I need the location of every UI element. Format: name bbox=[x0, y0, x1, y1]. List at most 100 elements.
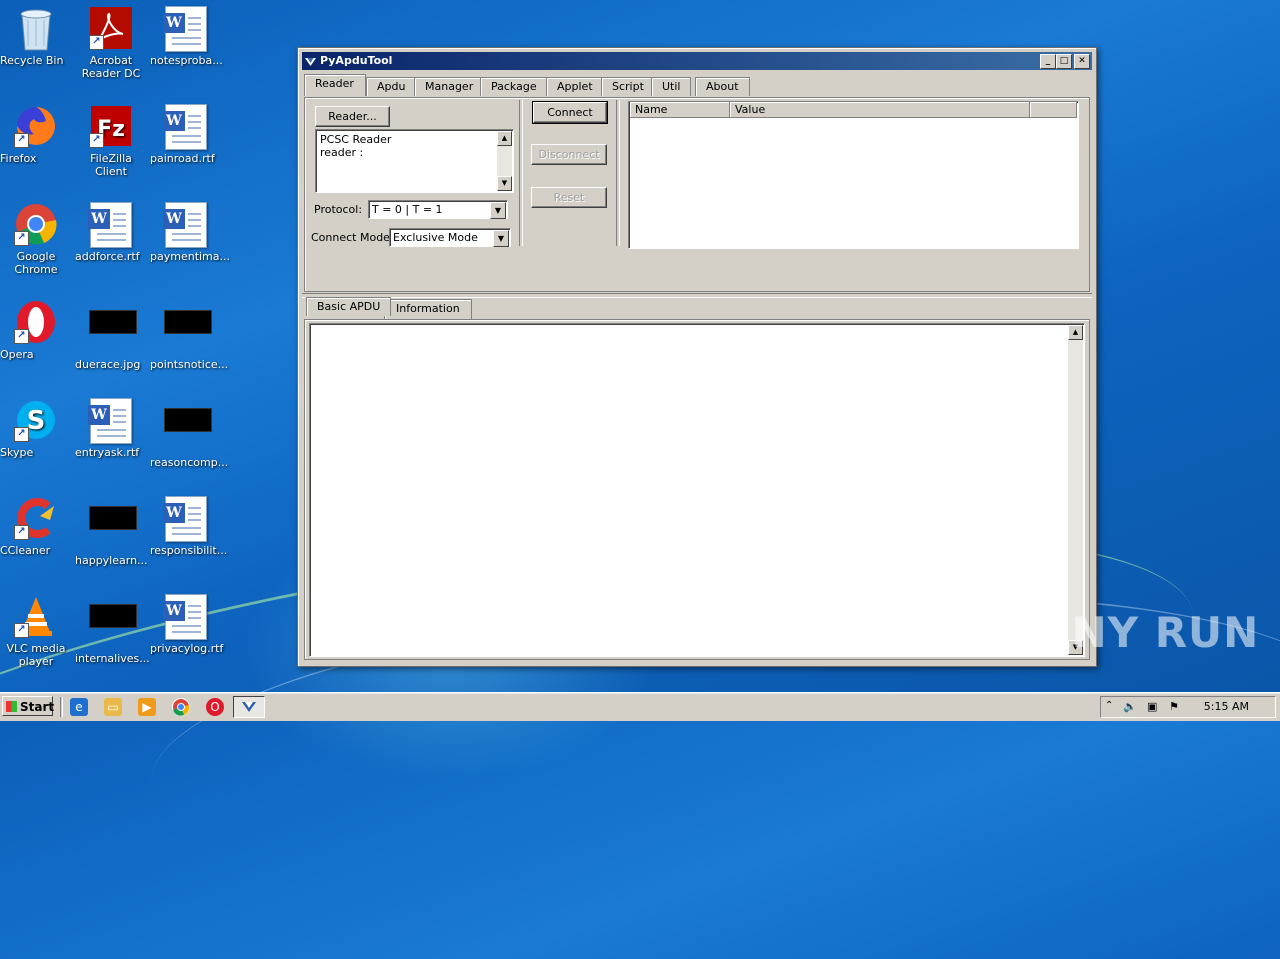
tab-script[interactable]: Script bbox=[601, 77, 655, 96]
tab-util[interactable]: Util bbox=[651, 77, 692, 96]
chrome-icon[interactable] bbox=[172, 698, 190, 716]
desktop-icon-firefox[interactable]: ↗ Firefox bbox=[0, 104, 72, 165]
protocol-value: T = 0 | T = 1 bbox=[372, 203, 443, 216]
bottom-tab-strip: Basic APDU Information bbox=[306, 297, 1086, 320]
desktop-icon-chrome[interactable]: ↗ Google Chrome bbox=[0, 202, 72, 276]
divider bbox=[616, 100, 620, 246]
column-header-empty bbox=[1030, 102, 1077, 118]
media-player-icon[interactable]: ▶ bbox=[138, 698, 156, 716]
desktop-icon-skype[interactable]: S ↗ Skype bbox=[0, 398, 72, 459]
desktop-icon-addforce[interactable]: W addforce.rtf bbox=[75, 202, 147, 263]
desktop-icon-duerace[interactable]: duerace.jpg bbox=[75, 300, 147, 371]
desktop-icon-paymentima[interactable]: W paymentima... bbox=[150, 202, 230, 263]
tab-package[interactable]: Package bbox=[480, 77, 548, 96]
ccleaner-icon: ↗ bbox=[14, 496, 58, 540]
connect-mode-select[interactable]: Exclusive Mode ▼ bbox=[389, 228, 511, 247]
app-icon bbox=[305, 55, 316, 66]
tab-apdu[interactable]: Apdu bbox=[366, 77, 417, 96]
windows-flag-icon bbox=[6, 701, 17, 712]
chevron-down-icon[interactable]: ▼ bbox=[493, 230, 509, 247]
reader-list-scrollbar[interactable]: ▲ ▼ bbox=[497, 131, 512, 191]
word-doc-icon: W bbox=[163, 104, 208, 150]
reader-list-item[interactable]: PCSC Reader bbox=[320, 133, 391, 146]
tab-manager[interactable]: Manager bbox=[414, 77, 485, 96]
close-button[interactable]: ✕ bbox=[1074, 54, 1090, 69]
desktop-icon-entryask[interactable]: W entryask.rtf bbox=[75, 398, 147, 459]
desktop-icon-opera[interactable]: ↗ Opera bbox=[0, 300, 72, 361]
apdu-output-scrollbar[interactable]: ▲ ▼ bbox=[1068, 325, 1083, 655]
anyrun-watermark: ANY RUN bbox=[1038, 608, 1260, 657]
network-icon[interactable]: ▣ bbox=[1147, 700, 1157, 713]
word-doc-icon: W bbox=[163, 6, 208, 52]
maximize-button[interactable]: □ bbox=[1056, 54, 1072, 69]
reader-select-button[interactable]: Reader... bbox=[315, 106, 390, 127]
chrome-icon: ↗ bbox=[14, 202, 58, 246]
flag-icon[interactable]: ⚑ bbox=[1169, 700, 1179, 713]
scroll-down-icon[interactable]: ▼ bbox=[497, 176, 512, 191]
reset-button[interactable]: Reset bbox=[531, 187, 607, 208]
protocol-label: Protocol: bbox=[314, 203, 363, 216]
connect-mode-value: Exclusive Mode bbox=[393, 231, 478, 244]
reader-list[interactable]: PCSC Reader reader : ▲ ▼ bbox=[315, 129, 514, 193]
title-bar[interactable]: PyApduTool _ □ ✕ bbox=[302, 52, 1092, 70]
tab-applet[interactable]: Applet bbox=[546, 77, 604, 96]
desktop-icon-recycle-bin[interactable]: Recycle Bin bbox=[0, 6, 72, 67]
pyapdutool-window: PyApduTool _ □ ✕ Reader Apdu Manager Pac… bbox=[297, 47, 1097, 667]
tab-basic-apdu[interactable]: Basic APDU bbox=[306, 297, 392, 316]
word-doc-icon: W bbox=[88, 398, 133, 444]
reader-list-item[interactable]: reader : bbox=[320, 146, 391, 159]
word-doc-icon: W bbox=[163, 202, 208, 248]
reader-panel: Reader... PCSC Reader reader : ▲ ▼ Proto… bbox=[304, 97, 1090, 292]
ie-icon[interactable]: e bbox=[70, 698, 88, 716]
clock[interactable]: 5:15 AM bbox=[1204, 697, 1249, 717]
word-doc-icon: W bbox=[163, 594, 208, 640]
scroll-up-icon[interactable]: ▲ bbox=[497, 131, 512, 146]
tab-about[interactable]: About bbox=[695, 77, 750, 96]
svg-text:S: S bbox=[27, 406, 46, 436]
desktop-icon-acrobat[interactable]: ↗ Acrobat Reader DC bbox=[75, 6, 147, 80]
minimize-button[interactable]: _ bbox=[1040, 54, 1056, 69]
tray-expand-icon[interactable]: ⌃ bbox=[1105, 700, 1113, 711]
info-table[interactable]: Name Value bbox=[628, 101, 1079, 249]
recycle-bin-icon bbox=[14, 6, 58, 51]
pyapdutool-taskbar-button[interactable] bbox=[233, 696, 265, 718]
desktop-icon-painroad[interactable]: W painroad.rtf bbox=[150, 104, 222, 165]
tab-reader[interactable]: Reader bbox=[304, 74, 366, 96]
speaker-icon[interactable]: 🔈 bbox=[1123, 700, 1137, 713]
chevron-down-icon[interactable]: ▼ bbox=[490, 202, 506, 219]
image-thumb-icon bbox=[164, 310, 212, 354]
opera-icon[interactable]: O bbox=[206, 698, 224, 716]
splitter[interactable] bbox=[302, 293, 1092, 298]
column-header-value[interactable]: Value bbox=[730, 102, 1030, 118]
protocol-select[interactable]: T = 0 | T = 1 ▼ bbox=[368, 200, 508, 219]
scroll-up-icon[interactable]: ▲ bbox=[1068, 325, 1083, 340]
disconnect-button[interactable]: Disconnect bbox=[531, 144, 607, 165]
desktop-icon-privacylog[interactable]: W privacylog.rtf bbox=[150, 594, 223, 655]
start-button[interactable]: Start bbox=[2, 696, 54, 716]
desktop-icon-vlc[interactable]: ↗ VLC media player bbox=[0, 594, 72, 668]
firefox-icon: ↗ bbox=[14, 104, 58, 148]
desktop-icon-reasoncomp[interactable]: reasoncomp... bbox=[150, 398, 228, 469]
skype-icon: S ↗ bbox=[14, 398, 58, 442]
basic-apdu-panel: ▲ ▼ bbox=[304, 319, 1090, 660]
filezilla-icon: Fz ↗ bbox=[89, 104, 133, 148]
desktop-icon-notesproba[interactable]: W notesproba... bbox=[150, 6, 223, 67]
desktop-icon-internalives[interactable]: internalives... bbox=[75, 594, 150, 665]
word-doc-icon: W bbox=[163, 496, 208, 542]
image-thumb-icon bbox=[164, 408, 212, 452]
explorer-icon[interactable]: ▭ bbox=[104, 698, 122, 716]
desktop-icon-happylearn[interactable]: happylearn... bbox=[75, 496, 148, 567]
column-header-name[interactable]: Name bbox=[630, 102, 730, 118]
image-thumb-icon bbox=[89, 604, 137, 648]
connect-mode-label: Connect Mode: bbox=[311, 231, 394, 244]
pyapdutool-icon bbox=[242, 702, 256, 712]
tab-information[interactable]: Information bbox=[384, 299, 472, 319]
apdu-output-area[interactable]: ▲ ▼ bbox=[309, 323, 1085, 657]
connect-button[interactable]: Connect bbox=[532, 101, 608, 124]
window-title: PyApduTool bbox=[320, 54, 393, 67]
desktop-icon-ccleaner[interactable]: ↗ CCleaner bbox=[0, 496, 72, 557]
desktop-icon-filezilla[interactable]: Fz ↗ FileZilla Client bbox=[75, 104, 147, 178]
desktop-icon-responsibilit[interactable]: W responsibilit... bbox=[150, 496, 227, 557]
desktop-icon-pointsnotice[interactable]: pointsnotice... bbox=[150, 300, 228, 371]
image-thumb-icon bbox=[89, 506, 137, 550]
